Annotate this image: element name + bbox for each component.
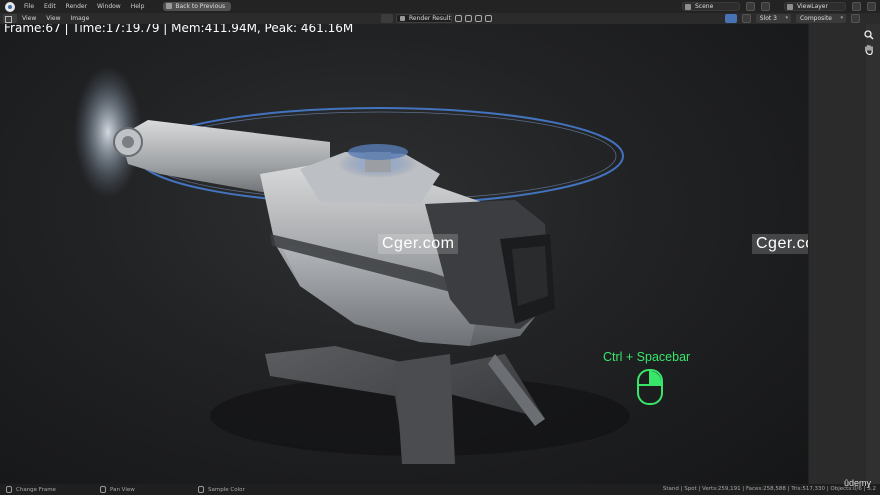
mouse-right-icon (198, 486, 204, 493)
view-layer-icon (787, 4, 793, 10)
mouse-middle-icon (100, 486, 106, 493)
mouse-icon (637, 369, 663, 405)
sidebar-tab-strip[interactable] (866, 24, 880, 484)
copy-view-layer-icon[interactable] (852, 2, 861, 11)
main-menu: File Edit Render Window Help (19, 0, 149, 13)
display-mode-icon[interactable] (851, 14, 860, 23)
magnifier-icon[interactable] (863, 30, 875, 42)
render-viewport[interactable]: Frame:67 | Time:17:19.79 | Mem:411.94M, … (0, 24, 808, 484)
header-menu-view-mode[interactable]: View (17, 15, 41, 22)
image-editor-header: View View Image Render Result Slot 3 Com… (0, 13, 880, 24)
menu-file[interactable]: File (19, 3, 39, 10)
hand-icon[interactable] (863, 44, 875, 56)
status-hint-pan-view: Pan View (100, 486, 135, 493)
header-right: Slot 3 Composite (724, 14, 860, 23)
editor-type-icon[interactable] (3, 14, 17, 23)
folder-icon[interactable] (475, 15, 482, 22)
browse-image-icon[interactable] (381, 14, 393, 23)
view-layer-selector[interactable]: ViewLayer (784, 2, 846, 11)
pin-icon[interactable] (455, 15, 462, 22)
view-layer-name: ViewLayer (797, 3, 828, 10)
image-datablock: Render Result (381, 14, 492, 23)
status-hint-change-frame: Change Frame (6, 486, 56, 493)
render-info-text: Frame:67 | Time:17:19.79 | Mem:411.94M, … (4, 24, 354, 35)
scene-selector[interactable]: Scene (682, 2, 740, 11)
shortcut-overlay-text: Ctrl + Spacebar (603, 350, 691, 364)
pass-dropdown[interactable]: Composite (795, 14, 846, 23)
top-menu-bar: File Edit Render Window Help Back to Pre… (0, 0, 880, 13)
status-hint-label: Sample Color (208, 486, 245, 493)
display-channels-icon[interactable] (724, 14, 737, 23)
menu-edit[interactable]: Edit (39, 3, 61, 10)
scene-name: Scene (695, 3, 714, 10)
overlay-icon[interactable] (741, 14, 751, 23)
menu-render[interactable]: Render (61, 3, 92, 10)
back-to-previous-button[interactable]: Back to Previous (163, 2, 232, 11)
header-menu-view[interactable]: View (41, 15, 65, 22)
menu-window[interactable]: Window (92, 3, 126, 10)
scene-icon (685, 4, 691, 10)
blender-logo-icon[interactable] (5, 1, 15, 12)
topbar-right: Scene ViewLayer (682, 2, 876, 11)
delete-view-layer-icon[interactable] (867, 2, 876, 11)
watermark: Cger.com (752, 234, 808, 254)
helicopter-render-image (74, 66, 630, 464)
status-bar: Change Frame Pan View Sample Color Stand… (0, 484, 880, 495)
slot-dropdown[interactable]: Slot 3 (755, 14, 791, 23)
menu-help[interactable]: Help (126, 3, 150, 10)
watermark: Cger.com (378, 234, 459, 254)
right-sidebar (808, 24, 880, 484)
duplicate-icon[interactable] (465, 15, 472, 22)
status-hint-label: Change Frame (16, 486, 56, 493)
mouse-left-icon (6, 486, 12, 493)
close-icon[interactable] (485, 15, 492, 22)
udemy-logo: ûdemy (844, 478, 872, 488)
stand-post (395, 354, 455, 464)
status-hint-label: Pan View (110, 486, 135, 493)
image-name-field[interactable]: Render Result (396, 14, 452, 23)
header-menu-image[interactable]: Image (66, 15, 95, 22)
delete-scene-icon[interactable] (761, 2, 770, 11)
status-hint-sample-color: Sample Color (198, 486, 245, 493)
copy-scene-icon[interactable] (746, 2, 755, 11)
